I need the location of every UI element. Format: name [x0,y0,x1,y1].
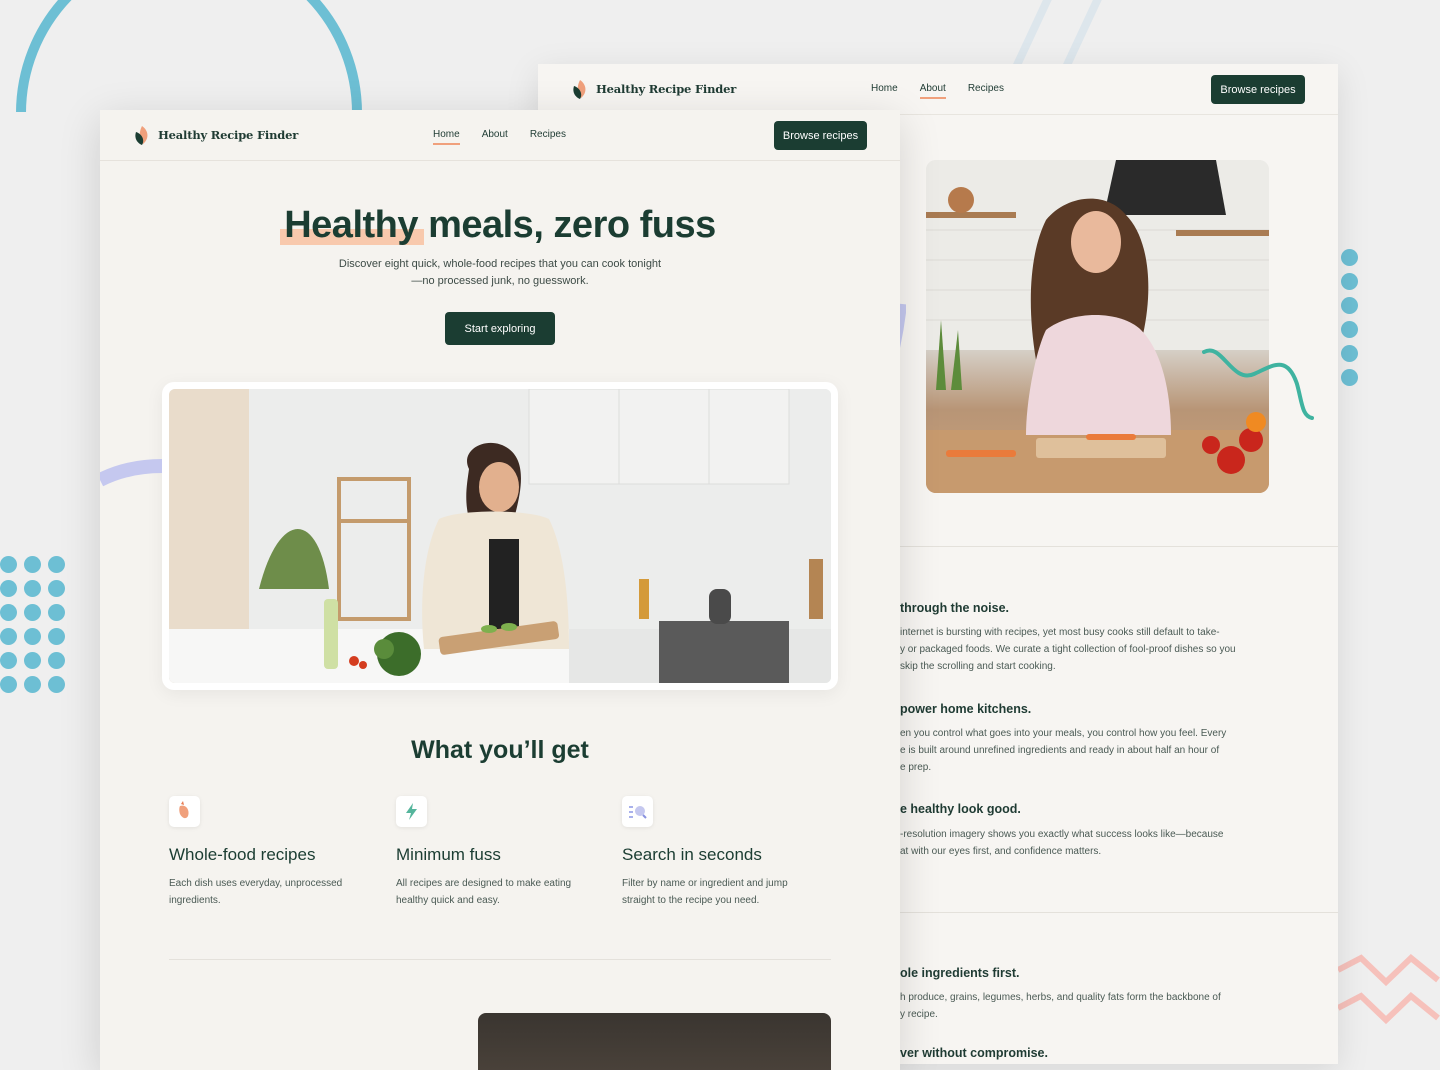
section-heading: e healthy look good. [900,802,1021,816]
feature-description: Each dish uses everyday, unprocessed ing… [169,878,343,906]
browse-recipes-button[interactable]: Browse recipes [1211,75,1305,104]
lightning-icon [396,796,427,827]
logo[interactable]: Healthy Recipe Finder [570,78,736,100]
carrot-icon [169,796,200,827]
section-heading: power home kitchens. [900,702,1032,716]
brand-name: Healthy Recipe Finder [158,128,299,142]
feature-description: Filter by name or ingredient and jump st… [622,878,788,906]
nav-recipes[interactable]: Recipes [968,83,1004,99]
leaf-logo-icon [573,80,586,99]
feature-title: Search in seconds [622,845,762,864]
hero-title: Healthy meals, zero fuss [100,204,900,247]
decorative-dots-left [0,556,65,693]
header: Healthy Recipe Finder Home About Recipes… [538,64,1338,115]
nav-home[interactable]: Home [871,83,898,99]
hero-title-highlight: Healthy [280,204,424,246]
decorative-dots-right [1341,249,1358,386]
section-heading: through the noise. [900,601,1010,615]
browse-recipes-button[interactable]: Browse recipes [774,121,867,150]
nav-about[interactable]: About [482,129,508,145]
feature-card: Search in seconds Filter by name or ingr… [622,796,822,909]
nav-recipes[interactable]: Recipes [530,129,566,145]
main-nav: Home About Recipes [871,83,1004,99]
brand-name: Healthy Recipe Finder [596,82,737,96]
section-text: internet is bursting with recipes, yet m… [900,627,1236,672]
home-page: Healthy Recipe Finder Home About Recipes… [100,110,900,1070]
main-nav: Home About Recipes [433,129,566,145]
section-heading: ole ingredients first. [900,966,1020,980]
section-heading: ver without compromise. [900,1046,1048,1060]
header: Healthy Recipe Finder Home About Recipes… [100,110,900,161]
section-text: h produce, grains, legumes, herbs, and q… [900,992,1221,1020]
nav-home[interactable]: Home [433,129,460,145]
section-text: -resolution imagery shows you exactly wh… [900,829,1224,857]
decorative-zigzag [1336,953,1440,1025]
decorative-lavender-arc [100,459,163,487]
woman-cooking-photo [926,160,1269,493]
search-list-icon [622,796,653,827]
decorative-squiggle [1202,348,1314,420]
leaf-logo-icon [135,126,148,145]
feature-title: Minimum fuss [396,845,501,864]
hero-kitchen-photo [169,389,831,683]
start-exploring-button[interactable]: Start exploring [445,312,555,345]
decorative-stripes [1000,0,1120,64]
nav-about[interactable]: About [919,83,946,99]
hero-photo-frame [162,382,838,690]
feature-card: Whole-food recipes Each dish uses everyd… [169,796,369,909]
hero-subtitle: Discover eight quick, whole-food recipes… [338,258,662,287]
logo[interactable]: Healthy Recipe Finder [132,124,298,146]
section-text: en you control what goes into your meals… [900,728,1227,773]
feature-description: All recipes are designed to make eating … [396,878,572,906]
feature-title: Whole-food recipes [169,845,316,864]
hero-title-rest: meals, zero fuss [418,204,716,246]
feature-card: Minimum fuss All recipes are designed to… [396,796,596,909]
features-title: What you’ll get [411,736,589,764]
recipe-photo-preview [478,1013,831,1070]
